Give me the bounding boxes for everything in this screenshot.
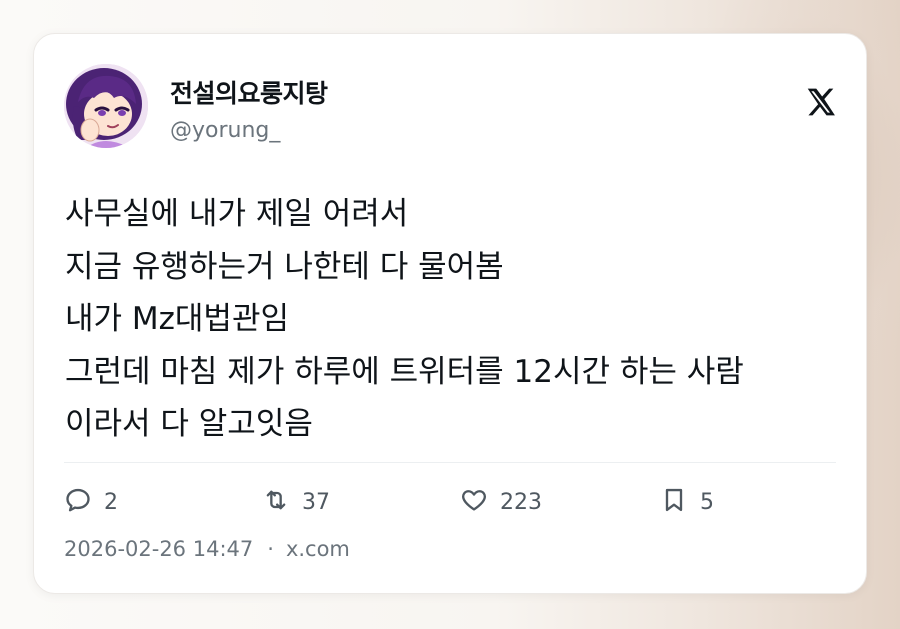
x-logo-icon[interactable]	[804, 86, 836, 118]
tweet-meta: 2026-02-26 14:47 · x.com	[64, 537, 350, 561]
reply-button[interactable]: 2	[64, 482, 118, 522]
meta-separator: ·	[267, 537, 274, 561]
user-handle[interactable]: @yorung_	[170, 118, 280, 143]
tweet-text-line: 이라서 다 알고잇음	[65, 406, 313, 442]
tweet-text-line: 지금 유행하는거 나한테 다 물어봄	[65, 248, 504, 285]
like-count: 223	[500, 489, 542, 515]
action-bar: 2 37 223 5	[64, 482, 824, 522]
tweet-text-line: 내가 Mz대법관임	[65, 301, 289, 337]
reply-icon	[64, 486, 92, 518]
bookmark-icon	[660, 486, 688, 518]
avatar[interactable]	[64, 64, 148, 148]
tweet-text-line: 사무실에 내가 제일 어려서	[65, 196, 409, 232]
source-link[interactable]: x.com	[286, 537, 350, 561]
like-button[interactable]: 223	[460, 482, 542, 522]
reply-count: 2	[104, 489, 118, 515]
retweet-count: 37	[302, 489, 330, 515]
display-name[interactable]: 전설의요룽지탕	[170, 74, 328, 110]
retweet-icon	[262, 486, 290, 518]
tweet-card: 전설의요룽지탕 @yorung_ 사무실에 내가 제일 어려서 지금 유행하는거…	[33, 33, 867, 594]
retweet-button[interactable]: 37	[262, 482, 330, 522]
tweet-text: 사무실에 내가 제일 어려서 지금 유행하는거 나한테 다 물어봄 내가 Mz대…	[65, 188, 845, 451]
tweet-text-line: 그런데 마침 제가 하루에 트위터를 12시간 하는 사람	[65, 353, 744, 390]
avatar-illustration	[64, 64, 148, 148]
divider	[64, 462, 836, 463]
timestamp[interactable]: 2026-02-26 14:47	[64, 537, 253, 561]
bookmark-count: 5	[700, 489, 714, 515]
heart-icon	[460, 486, 488, 518]
bookmark-button[interactable]: 5	[660, 482, 714, 522]
